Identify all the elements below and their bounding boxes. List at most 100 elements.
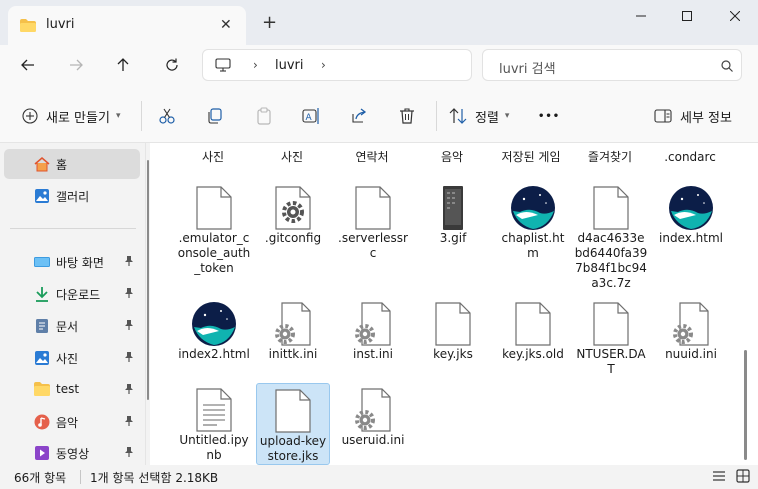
breadcrumb-separator[interactable]: › [253,58,258,72]
clipboard-icon [257,107,271,125]
grid-view-icon [736,469,750,483]
chevron-down-icon: ▾ [115,111,121,121]
toolbar-divider [436,101,437,131]
search-icon [721,60,733,75]
up-button[interactable] [110,54,136,76]
more-options-button[interactable]: ••• [538,105,560,127]
tab-close-button[interactable]: ✕ [220,17,232,33]
sort-label: 정렬 [475,110,499,126]
more-label: ••• [538,110,561,122]
sidebar-item-home[interactable]: 홈 [4,149,140,179]
tiles-view-button[interactable] [736,469,750,486]
breadcrumb-separator[interactable]: › [321,58,326,72]
document-icon [34,318,50,334]
tab-luvri[interactable]: luvri ✕ [8,6,246,45]
folder-label-saved-games[interactable]: 저장된 게임 [492,150,570,165]
file-item[interactable]: NTUSER.DAT [574,297,648,379]
file-name: upload-keystore.jks [259,434,327,463]
rename-button[interactable]: A [302,105,320,127]
file-icon [592,301,630,350]
details-pane-icon [654,109,672,123]
sort-button[interactable]: 정렬 ▾ [449,105,509,127]
copy-icon [208,108,222,124]
folder-label-pictures[interactable]: 사진 [173,150,253,165]
status-bar: 66개 항목 1개 항목 선택함 2.18KB [0,465,758,489]
forward-button[interactable] [63,54,89,76]
file-item[interactable]: index2.html [177,297,251,379]
sidebar-item-label: 바탕 화면 [56,256,104,270]
desktop-icon [34,254,50,270]
sort-icon [449,108,467,124]
file-name: index2.html [178,347,250,361]
file-label-condarc[interactable]: .condarc [650,150,730,165]
cut-button[interactable] [158,105,176,127]
file-name: chaplist.htm [501,231,565,260]
sidebar-item-label: 갤러리 [56,190,90,204]
file-item[interactable]: chaplist.htm [496,181,570,295]
file-name: nuuid.ini [665,347,717,361]
sidebar-item-test[interactable]: test [4,375,140,405]
sidebar-item-downloads[interactable]: 다운로드 [4,279,140,309]
file-item[interactable]: key.jks [416,297,490,379]
new-button-label: 새로 만들기 [46,110,110,126]
file-item[interactable]: .gitconfig [256,181,330,295]
file-item[interactable]: inst.ini [336,297,410,379]
settings-file-icon [354,387,392,436]
folder-label-favorites[interactable]: 즐겨찾기 [570,150,650,165]
folder-label-music[interactable]: 음악 [412,150,492,165]
folder-label-pictures[interactable]: 사진 [252,150,332,165]
navigation-bar: › luvri › luvri 검색 [0,45,758,87]
sidebar-item-music[interactable]: 음악 [4,407,140,437]
delete-button[interactable] [398,105,416,127]
file-item[interactable]: key.jks.old [496,297,570,379]
new-tab-button[interactable]: + [262,13,277,33]
pin-icon[interactable] [124,319,134,334]
file-name: inittk.ini [268,347,318,361]
file-item[interactable]: d4ac4633ebd6440fa397b84f1bc94a3c.7z [574,181,648,295]
folder-label-contacts[interactable]: 연락처 [332,150,412,165]
maximize-button[interactable] [664,0,710,32]
file-name: .serverlessrc [338,231,408,260]
pin-icon[interactable] [124,383,134,398]
file-item[interactable]: 3.gif [416,181,490,295]
pin-icon[interactable] [124,287,134,302]
file-item[interactable]: upload-keystore.jks [256,383,330,465]
sidebar-item-desktop[interactable]: 바탕 화면 [4,247,140,277]
sidebar-divider [10,228,136,229]
close-window-button[interactable] [712,0,758,32]
paste-button[interactable] [255,105,273,127]
share-button[interactable] [350,105,368,127]
share-icon [352,108,367,123]
pin-icon[interactable] [124,351,134,366]
pin-icon[interactable] [124,446,134,461]
minimize-button[interactable] [618,0,664,32]
details-button[interactable]: 세부 정보 [654,105,732,127]
file-item[interactable]: inittk.ini [256,297,330,379]
search-input[interactable]: luvri 검색 [482,49,742,81]
pin-icon[interactable] [124,255,134,270]
sidebar-item-videos[interactable]: 동영상 [4,438,140,468]
address-bar[interactable]: › luvri › [202,49,472,81]
close-icon [730,11,740,21]
video-icon [34,445,50,461]
file-item[interactable]: nuuid.ini [654,297,728,379]
file-item[interactable]: .emulator_console_auth_token [177,181,251,295]
content-scrollbar[interactable] [744,350,747,460]
details-view-button[interactable] [712,469,726,486]
sidebar-item-documents[interactable]: 문서 [4,311,140,341]
new-button[interactable]: 새로 만들기 ▾ [22,105,120,127]
file-item[interactable]: index.html [654,181,728,295]
file-item[interactable]: useruid.ini [336,383,410,465]
navigation-pane: 홈 갤러리 바탕 화면 다운로드 문서 사진 test 음악 동영상 [0,143,146,465]
back-button[interactable] [15,54,41,76]
sidebar-item-gallery[interactable]: 갤러리 [4,181,140,211]
copy-button[interactable] [206,105,224,127]
sidebar-item-pictures[interactable]: 사진 [4,343,140,373]
refresh-button[interactable] [159,54,185,76]
sidebar-scrollbar[interactable] [147,160,149,400]
file-item[interactable]: Untitled.ipynb [177,383,251,465]
breadcrumb-luvri[interactable]: luvri [275,58,304,73]
file-item[interactable]: .serverlessrc [336,181,410,295]
sidebar-item-label: 다운로드 [56,288,101,302]
pin-icon[interactable] [124,415,134,430]
